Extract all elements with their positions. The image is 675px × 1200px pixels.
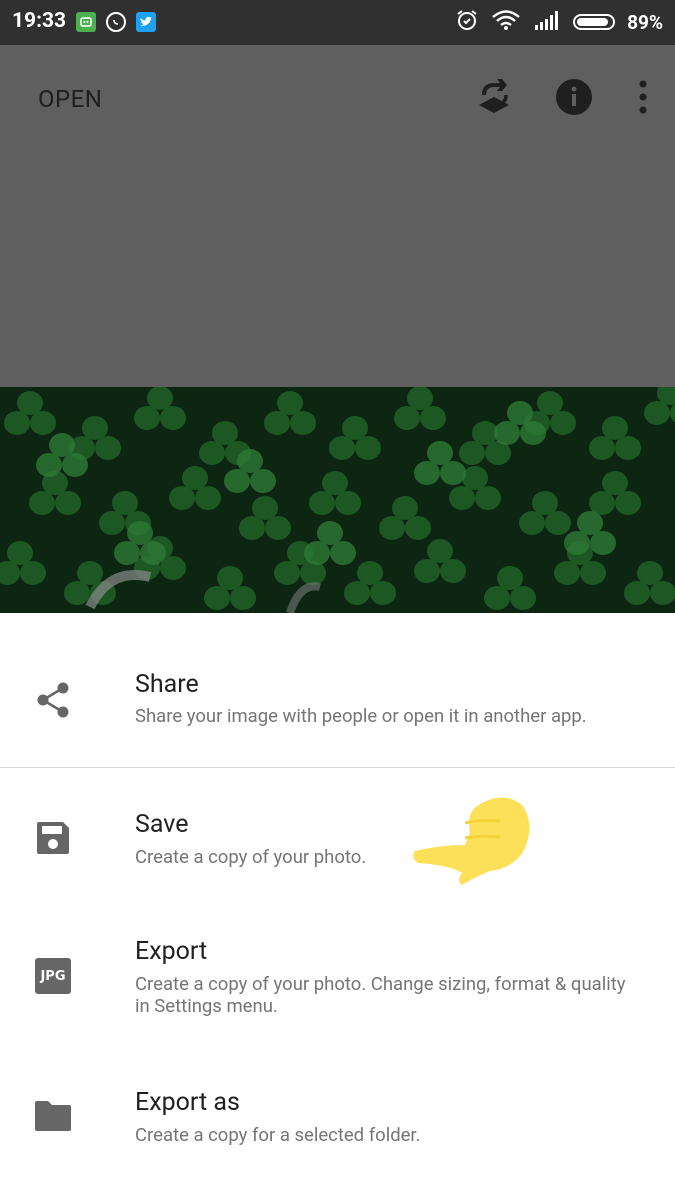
save-icon: [32, 817, 74, 859]
notification-icons: [76, 12, 156, 32]
twitter-icon: [136, 12, 156, 32]
menu-item-save[interactable]: Save Create a copy of your photo.: [0, 768, 675, 893]
photo-preview: [0, 387, 675, 613]
system-status-icons: 89%: [455, 8, 663, 36]
alarm-icon: [455, 8, 479, 36]
folder-icon: [32, 1095, 74, 1137]
jpg-icon: JPG: [32, 955, 74, 997]
share-bottom-sheet: Share Share your image with people or op…: [0, 613, 675, 1200]
menu-item-export[interactable]: JPG Export Create a copy of your photo. …: [0, 893, 675, 1043]
menu-item-export-as[interactable]: Export as Create a copy for a selected f…: [0, 1043, 675, 1183]
app-toolbar: OPEN: [0, 45, 675, 387]
whatsapp-icon: [106, 12, 126, 32]
battery-icon: [573, 14, 616, 30]
menu-item-description: Share your image with people or open it …: [135, 705, 587, 727]
share-icon: [32, 679, 74, 721]
menu-item-title: Export: [135, 937, 208, 966]
menu-item-description: Create a copy of your photo.: [135, 846, 367, 868]
pointing-finger-annotation: [410, 793, 535, 892]
menu-item-title: Share: [135, 670, 199, 699]
jpg-icon-label: JPG: [35, 958, 71, 994]
status-time: 19:33: [12, 9, 67, 33]
wifi-icon: [491, 9, 521, 35]
status-bar: 19:33 89%: [0, 0, 675, 45]
more-vert-icon[interactable]: [633, 75, 653, 119]
menu-item-share[interactable]: Share Share your image with people or op…: [0, 613, 675, 767]
layers-undo-icon[interactable]: [473, 75, 515, 119]
menu-item-description: Create a copy of your photo. Change sizi…: [135, 973, 626, 1017]
signal-icon: [533, 10, 561, 34]
toolbar-actions: [473, 75, 653, 119]
info-icon[interactable]: [553, 75, 595, 119]
open-button[interactable]: OPEN: [38, 85, 102, 113]
battery-percent: 89%: [627, 10, 663, 34]
menu-item-title: Export as: [135, 1088, 240, 1117]
app-notification-icon: [76, 12, 96, 32]
menu-item-description: Create a copy for a selected folder.: [135, 1124, 421, 1146]
menu-item-title: Save: [135, 810, 189, 839]
